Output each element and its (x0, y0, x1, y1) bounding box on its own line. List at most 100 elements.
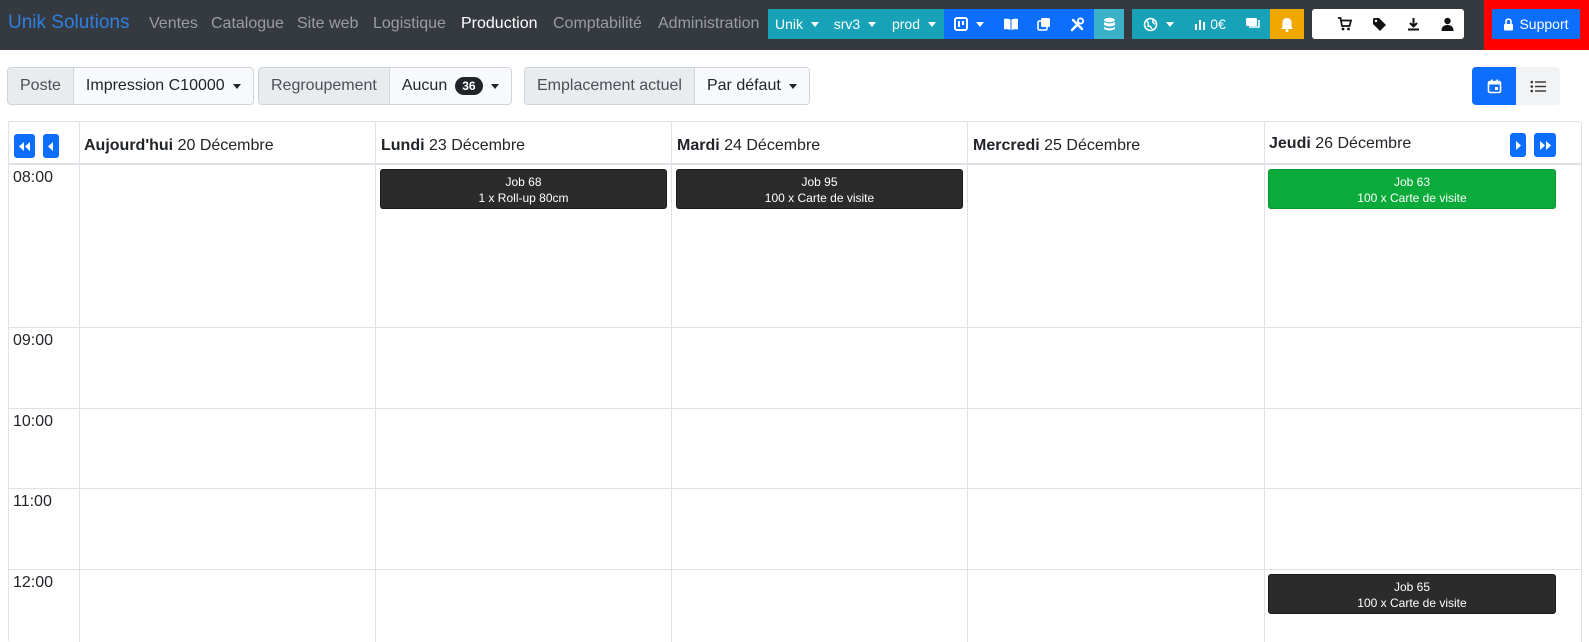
event-detail: 1 x Roll-up 80cm (478, 191, 569, 205)
group-filter: Regroupement Aucun 36 (258, 67, 512, 105)
grid-line (1264, 122, 1265, 642)
event-title: Job 95 (801, 175, 838, 189)
event-job-65[interactable]: Job 65 100 x Carte de visite (1268, 574, 1556, 614)
hour-label: 12:00 (13, 574, 54, 591)
company-dropdown[interactable]: Unik (768, 9, 826, 39)
grid-line (1581, 122, 1582, 642)
nav-ventes[interactable]: Ventes (149, 15, 198, 33)
globe-icon (1143, 17, 1157, 31)
grid-line (9, 327, 1582, 328)
messages-button[interactable] (1236, 9, 1270, 39)
day-header-lundi: Lundi 23 Décembre (381, 137, 525, 155)
poste-filter: Poste Impression C10000 (7, 67, 254, 105)
day-name: Aujourd'hui (84, 137, 174, 154)
day-header-jeudi: Jeudi 26 Décembre (1269, 135, 1411, 153)
calendar-icon (1487, 79, 1501, 93)
event-job-95[interactable]: Job 95 100 x Carte de visite (676, 169, 963, 209)
poste-value: Impression C10000 (85, 77, 225, 94)
chart-icon (1195, 20, 1206, 30)
day-name: Mercredi (973, 137, 1040, 154)
grid-line (671, 122, 672, 642)
day-date: 24 Décembre (724, 137, 821, 154)
event-detail: 100 x Carte de visite (1357, 191, 1467, 205)
tags-icon (1372, 17, 1386, 31)
nav-production[interactable]: Production (461, 15, 538, 33)
account-button[interactable] (1430, 9, 1464, 39)
group-value: Aucun (401, 77, 448, 94)
copy-button[interactable] (1027, 9, 1061, 39)
header-separator (9, 163, 1582, 165)
location-select[interactable]: Par défaut (694, 68, 809, 104)
grid-line (9, 408, 1582, 409)
chevron-down-icon (868, 21, 877, 27)
double-chevron-right-icon (1539, 140, 1551, 150)
cart-icon (1337, 17, 1352, 31)
next-day-button[interactable] (1510, 133, 1526, 157)
nav-logistique[interactable]: Logistique (373, 15, 446, 33)
chevron-down-icon (928, 21, 937, 27)
server-dropdown-label: srv3 (833, 16, 861, 32)
location-value: Par défaut (706, 77, 781, 94)
grid-line (967, 122, 968, 642)
tools-icon (1070, 17, 1084, 31)
bell-icon (1281, 17, 1293, 32)
grid-line (9, 488, 1582, 489)
poste-label: Poste (8, 68, 74, 104)
calendar-view-button[interactable] (1472, 67, 1516, 105)
board-dropdown[interactable] (944, 9, 994, 39)
day-header-today: Aujourd'hui 20 Décembre (84, 137, 274, 155)
chevron-down-icon (811, 21, 819, 27)
chevron-right-icon (1516, 140, 1521, 150)
docs-button[interactable] (994, 9, 1027, 39)
last-week-button[interactable] (1534, 133, 1556, 157)
server-dropdown[interactable]: srv3 (826, 9, 884, 39)
support-label: Support (1519, 16, 1569, 32)
nav-catalogue[interactable]: Catalogue (211, 15, 284, 33)
cart-button[interactable] (1312, 9, 1362, 39)
day-header-mercredi: Mercredi 25 Décembre (973, 137, 1140, 155)
nav-comptabilite[interactable]: Comptabilité (553, 15, 642, 33)
day-date: 25 Décembre (1044, 137, 1141, 154)
chevron-down-icon (788, 83, 797, 89)
nav-site-web[interactable]: Site web (297, 15, 358, 33)
env-dropdown-label: prod (891, 16, 921, 32)
previous-day-button[interactable] (43, 134, 59, 158)
nav-administration[interactable]: Administration (658, 15, 759, 33)
day-name: Jeudi (1269, 135, 1311, 152)
book-icon (1003, 18, 1018, 30)
download-button[interactable] (1396, 9, 1430, 39)
event-title: Job 63 (1393, 175, 1431, 189)
count-badge: 36 (455, 77, 483, 95)
chat-icon (1246, 18, 1260, 28)
language-dropdown[interactable] (1132, 9, 1184, 39)
group-select[interactable]: Aucun 36 (389, 68, 511, 104)
group-label: Regroupement (259, 68, 390, 104)
hour-label: 09:00 (13, 332, 54, 349)
hour-label: 11:00 (13, 493, 52, 510)
event-job-63[interactable]: Job 63 100 x Carte de visite (1268, 169, 1556, 209)
kanban-icon (954, 17, 968, 31)
poste-select[interactable]: Impression C10000 (73, 68, 253, 104)
env-dropdown[interactable]: prod (884, 9, 944, 39)
stats-button[interactable]: 0€ (1184, 9, 1236, 39)
company-dropdown-label: Unik (774, 16, 803, 32)
chevron-left-icon (48, 141, 53, 151)
event-title: Job 65 (1393, 580, 1431, 594)
event-job-68[interactable]: Job 68 1 x Roll-up 80cm (380, 169, 667, 209)
list-view-button[interactable] (1516, 67, 1560, 105)
day-date: 20 Décembre (177, 137, 274, 154)
lock-icon (1504, 17, 1514, 30)
double-chevron-left-icon (19, 141, 30, 151)
tools-button[interactable] (1061, 9, 1094, 39)
grid-line (375, 122, 376, 642)
download-icon (1407, 18, 1419, 31)
brand-logo[interactable]: Unik Solutions (8, 12, 129, 34)
database-button[interactable] (1094, 9, 1124, 39)
notifications-button[interactable] (1270, 9, 1304, 39)
chevron-down-icon (232, 83, 241, 89)
support-button[interactable]: Support (1492, 9, 1580, 39)
event-title: Job 68 (505, 175, 542, 189)
tags-button[interactable] (1362, 9, 1396, 39)
first-week-button[interactable] (14, 134, 35, 158)
location-label: Emplacement actuel (525, 68, 695, 104)
